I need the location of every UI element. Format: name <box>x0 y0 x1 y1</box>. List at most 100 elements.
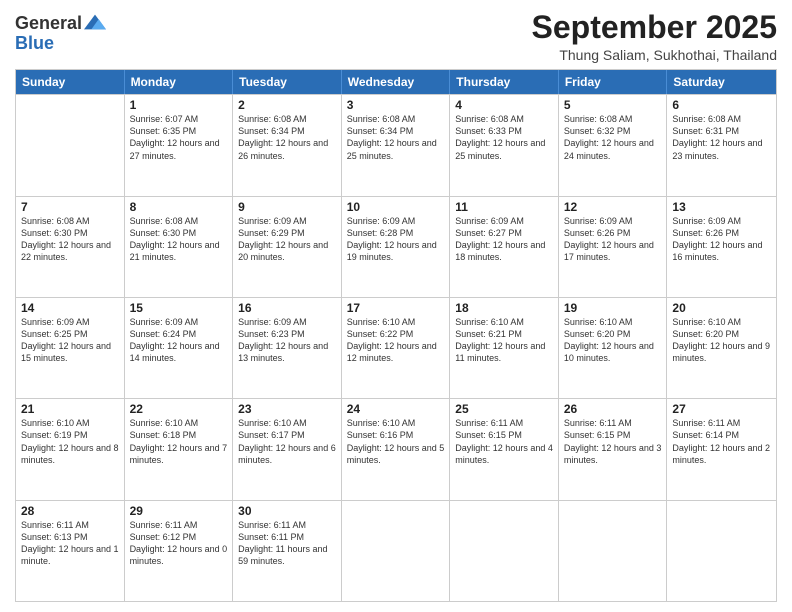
weekday-header: Friday <box>559 70 668 94</box>
calendar: SundayMondayTuesdayWednesdayThursdayFrid… <box>15 69 777 602</box>
day-number: 17 <box>347 301 445 315</box>
calendar-cell: 25Sunrise: 6:11 AM Sunset: 6:15 PM Dayli… <box>450 399 559 499</box>
calendar-cell: 22Sunrise: 6:10 AM Sunset: 6:18 PM Dayli… <box>125 399 234 499</box>
day-number: 3 <box>347 98 445 112</box>
cell-detail: Sunrise: 6:11 AM Sunset: 6:15 PM Dayligh… <box>564 417 662 466</box>
calendar-cell: 3Sunrise: 6:08 AM Sunset: 6:34 PM Daylig… <box>342 95 451 195</box>
cell-detail: Sunrise: 6:08 AM Sunset: 6:34 PM Dayligh… <box>347 113 445 162</box>
day-number: 1 <box>130 98 228 112</box>
month-title: September 2025 <box>532 10 777 45</box>
calendar-cell: 27Sunrise: 6:11 AM Sunset: 6:14 PM Dayli… <box>667 399 776 499</box>
day-number: 29 <box>130 504 228 518</box>
cell-detail: Sunrise: 6:09 AM Sunset: 6:27 PM Dayligh… <box>455 215 553 264</box>
cell-detail: Sunrise: 6:10 AM Sunset: 6:20 PM Dayligh… <box>672 316 771 365</box>
weekday-header: Tuesday <box>233 70 342 94</box>
cell-detail: Sunrise: 6:11 AM Sunset: 6:13 PM Dayligh… <box>21 519 119 568</box>
calendar-cell: 16Sunrise: 6:09 AM Sunset: 6:23 PM Dayli… <box>233 298 342 398</box>
calendar-body: 1Sunrise: 6:07 AM Sunset: 6:35 PM Daylig… <box>16 94 776 601</box>
calendar-cell: 30Sunrise: 6:11 AM Sunset: 6:11 PM Dayli… <box>233 501 342 601</box>
calendar-cell: 17Sunrise: 6:10 AM Sunset: 6:22 PM Dayli… <box>342 298 451 398</box>
calendar-cell <box>559 501 668 601</box>
day-number: 27 <box>672 402 771 416</box>
cell-detail: Sunrise: 6:11 AM Sunset: 6:14 PM Dayligh… <box>672 417 771 466</box>
calendar-cell: 1Sunrise: 6:07 AM Sunset: 6:35 PM Daylig… <box>125 95 234 195</box>
weekday-header: Wednesday <box>342 70 451 94</box>
calendar-cell: 15Sunrise: 6:09 AM Sunset: 6:24 PM Dayli… <box>125 298 234 398</box>
day-number: 21 <box>21 402 119 416</box>
calendar-header: SundayMondayTuesdayWednesdayThursdayFrid… <box>16 70 776 94</box>
cell-detail: Sunrise: 6:08 AM Sunset: 6:30 PM Dayligh… <box>130 215 228 264</box>
cell-detail: Sunrise: 6:08 AM Sunset: 6:30 PM Dayligh… <box>21 215 119 264</box>
day-number: 20 <box>672 301 771 315</box>
day-number: 24 <box>347 402 445 416</box>
day-number: 13 <box>672 200 771 214</box>
title-block: September 2025 Thung Saliam, Sukhothai, … <box>532 10 777 63</box>
cell-detail: Sunrise: 6:08 AM Sunset: 6:32 PM Dayligh… <box>564 113 662 162</box>
calendar-row: 14Sunrise: 6:09 AM Sunset: 6:25 PM Dayli… <box>16 297 776 398</box>
calendar-cell <box>667 501 776 601</box>
page-header: General Blue September 2025 Thung Saliam… <box>15 10 777 63</box>
cell-detail: Sunrise: 6:07 AM Sunset: 6:35 PM Dayligh… <box>130 113 228 162</box>
day-number: 7 <box>21 200 119 214</box>
logo-icon <box>84 11 106 33</box>
day-number: 5 <box>564 98 662 112</box>
calendar-cell: 11Sunrise: 6:09 AM Sunset: 6:27 PM Dayli… <box>450 197 559 297</box>
cell-detail: Sunrise: 6:09 AM Sunset: 6:26 PM Dayligh… <box>564 215 662 264</box>
calendar-cell: 6Sunrise: 6:08 AM Sunset: 6:31 PM Daylig… <box>667 95 776 195</box>
day-number: 30 <box>238 504 336 518</box>
calendar-cell: 10Sunrise: 6:09 AM Sunset: 6:28 PM Dayli… <box>342 197 451 297</box>
logo: General Blue <box>15 14 106 54</box>
day-number: 12 <box>564 200 662 214</box>
day-number: 9 <box>238 200 336 214</box>
day-number: 11 <box>455 200 553 214</box>
calendar-cell: 19Sunrise: 6:10 AM Sunset: 6:20 PM Dayli… <box>559 298 668 398</box>
day-number: 15 <box>130 301 228 315</box>
calendar-cell: 29Sunrise: 6:11 AM Sunset: 6:12 PM Dayli… <box>125 501 234 601</box>
calendar-cell: 7Sunrise: 6:08 AM Sunset: 6:30 PM Daylig… <box>16 197 125 297</box>
logo-text-blue: Blue <box>15 33 54 53</box>
day-number: 2 <box>238 98 336 112</box>
weekday-header: Saturday <box>667 70 776 94</box>
calendar-cell: 12Sunrise: 6:09 AM Sunset: 6:26 PM Dayli… <box>559 197 668 297</box>
calendar-row: 1Sunrise: 6:07 AM Sunset: 6:35 PM Daylig… <box>16 94 776 195</box>
cell-detail: Sunrise: 6:09 AM Sunset: 6:28 PM Dayligh… <box>347 215 445 264</box>
day-number: 19 <box>564 301 662 315</box>
calendar-row: 28Sunrise: 6:11 AM Sunset: 6:13 PM Dayli… <box>16 500 776 601</box>
day-number: 8 <box>130 200 228 214</box>
cell-detail: Sunrise: 6:09 AM Sunset: 6:25 PM Dayligh… <box>21 316 119 365</box>
day-number: 14 <box>21 301 119 315</box>
calendar-cell: 20Sunrise: 6:10 AM Sunset: 6:20 PM Dayli… <box>667 298 776 398</box>
cell-detail: Sunrise: 6:11 AM Sunset: 6:15 PM Dayligh… <box>455 417 553 466</box>
day-number: 10 <box>347 200 445 214</box>
day-number: 28 <box>21 504 119 518</box>
calendar-cell: 23Sunrise: 6:10 AM Sunset: 6:17 PM Dayli… <box>233 399 342 499</box>
calendar-cell: 9Sunrise: 6:09 AM Sunset: 6:29 PM Daylig… <box>233 197 342 297</box>
cell-detail: Sunrise: 6:08 AM Sunset: 6:33 PM Dayligh… <box>455 113 553 162</box>
calendar-cell: 13Sunrise: 6:09 AM Sunset: 6:26 PM Dayli… <box>667 197 776 297</box>
calendar-cell: 24Sunrise: 6:10 AM Sunset: 6:16 PM Dayli… <box>342 399 451 499</box>
calendar-cell: 14Sunrise: 6:09 AM Sunset: 6:25 PM Dayli… <box>16 298 125 398</box>
calendar-row: 21Sunrise: 6:10 AM Sunset: 6:19 PM Dayli… <box>16 398 776 499</box>
calendar-row: 7Sunrise: 6:08 AM Sunset: 6:30 PM Daylig… <box>16 196 776 297</box>
calendar-cell: 2Sunrise: 6:08 AM Sunset: 6:34 PM Daylig… <box>233 95 342 195</box>
weekday-header: Monday <box>125 70 234 94</box>
weekday-header: Thursday <box>450 70 559 94</box>
cell-detail: Sunrise: 6:10 AM Sunset: 6:21 PM Dayligh… <box>455 316 553 365</box>
cell-detail: Sunrise: 6:09 AM Sunset: 6:26 PM Dayligh… <box>672 215 771 264</box>
calendar-cell: 21Sunrise: 6:10 AM Sunset: 6:19 PM Dayli… <box>16 399 125 499</box>
cell-detail: Sunrise: 6:09 AM Sunset: 6:24 PM Dayligh… <box>130 316 228 365</box>
calendar-cell: 18Sunrise: 6:10 AM Sunset: 6:21 PM Dayli… <box>450 298 559 398</box>
day-number: 23 <box>238 402 336 416</box>
cell-detail: Sunrise: 6:08 AM Sunset: 6:34 PM Dayligh… <box>238 113 336 162</box>
calendar-cell: 4Sunrise: 6:08 AM Sunset: 6:33 PM Daylig… <box>450 95 559 195</box>
cell-detail: Sunrise: 6:10 AM Sunset: 6:22 PM Dayligh… <box>347 316 445 365</box>
calendar-page: General Blue September 2025 Thung Saliam… <box>0 0 792 612</box>
cell-detail: Sunrise: 6:11 AM Sunset: 6:11 PM Dayligh… <box>238 519 336 568</box>
cell-detail: Sunrise: 6:09 AM Sunset: 6:29 PM Dayligh… <box>238 215 336 264</box>
day-number: 4 <box>455 98 553 112</box>
day-number: 18 <box>455 301 553 315</box>
calendar-cell: 26Sunrise: 6:11 AM Sunset: 6:15 PM Dayli… <box>559 399 668 499</box>
calendar-cell <box>16 95 125 195</box>
day-number: 6 <box>672 98 771 112</box>
cell-detail: Sunrise: 6:08 AM Sunset: 6:31 PM Dayligh… <box>672 113 771 162</box>
